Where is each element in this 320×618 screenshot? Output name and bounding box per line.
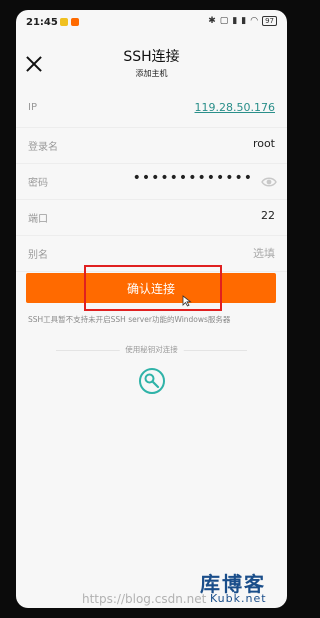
alias-label: 别名 (28, 250, 48, 261)
status-bar: 21:45 ✱ ▢ ▮ ▮ ◠ 97 (16, 10, 287, 38)
signal-icon: ▮ (241, 16, 247, 26)
username-row[interactable]: 登录名 root (16, 128, 287, 164)
password-label: 密码 (28, 178, 48, 189)
cursor-icon (182, 295, 192, 307)
top-bar: SSH连接 添加主机 (16, 46, 287, 92)
compatibility-note: SSH工具暂不支持未开启SSH server功能的Windows服务器 (28, 315, 231, 324)
signal-icon: ▮ (232, 16, 238, 26)
battery-icon: 97 (262, 16, 277, 26)
confirm-area: 确认连接 (26, 273, 276, 303)
username-label: 登录名 (28, 142, 58, 153)
ssh-form: IP 119.28.50.176 登录名 root 密码 •••••••••••… (16, 92, 287, 272)
notification-icons (60, 18, 79, 26)
mute-icon: ▢ (219, 16, 229, 26)
key-icon (144, 373, 160, 389)
notification-icon (71, 18, 79, 26)
password-input[interactable]: ••••••••••••• (133, 170, 253, 186)
watermark-url: https://blog.csdn.net (82, 592, 207, 606)
notification-icon (60, 18, 68, 26)
port-label: 端口 (28, 214, 48, 225)
status-time: 21:45 (26, 17, 58, 28)
key-divider: 使用秘钥对连接 (56, 343, 247, 357)
ip-label: IP (28, 102, 37, 113)
ip-row[interactable]: IP 119.28.50.176 (16, 92, 287, 128)
wifi-icon: ◠ (250, 16, 259, 26)
phone-screen: 21:45 ✱ ▢ ▮ ▮ ◠ 97 SSH连接 添加主机 IP 119.28.… (16, 10, 287, 608)
alias-input[interactable]: 选填 (253, 245, 275, 261)
page-title: SSH连接 (123, 49, 180, 65)
watermark-brand-sub: Kubk.net (210, 592, 267, 605)
alias-row[interactable]: 别名 选填 (16, 236, 287, 272)
ip-input[interactable]: 119.28.50.176 (195, 101, 275, 114)
port-input[interactable]: 22 (261, 209, 275, 222)
username-input[interactable]: root (253, 137, 275, 150)
key-divider-text: 使用秘钥对连接 (119, 344, 184, 355)
confirm-connect-button[interactable]: 确认连接 (26, 273, 276, 303)
port-row[interactable]: 端口 22 (16, 200, 287, 236)
eye-icon[interactable] (261, 174, 277, 190)
key-login-button[interactable] (139, 368, 165, 394)
bluetooth-icon: ✱ (208, 16, 216, 26)
password-row[interactable]: 密码 ••••••••••••• (16, 164, 287, 200)
page-subtitle: 添加主机 (135, 69, 168, 78)
status-icons: ✱ ▢ ▮ ▮ ◠ 97 (208, 16, 277, 26)
